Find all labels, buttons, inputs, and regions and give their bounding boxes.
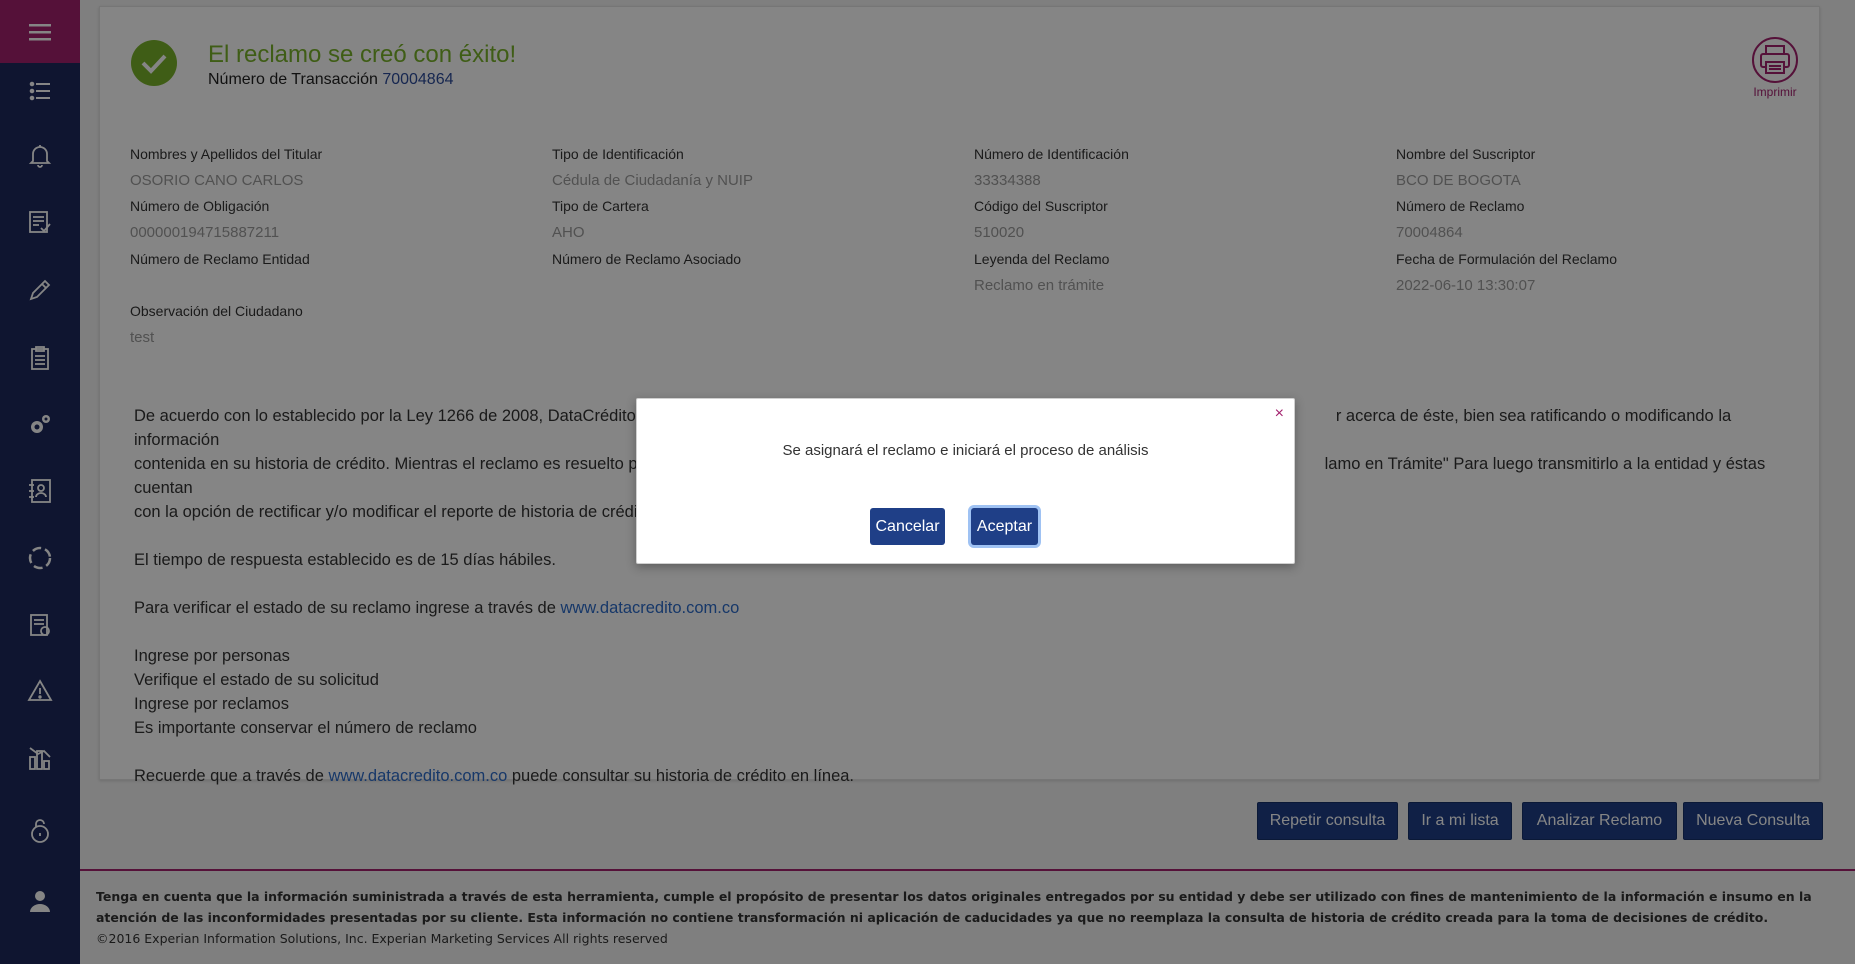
confirm-dialog: × Se asignará el reclamo e iniciará el p… [636, 398, 1295, 564]
accept-button[interactable]: Aceptar [971, 508, 1038, 545]
dialog-message: Se asignará el reclamo e iniciará el pro… [782, 442, 1149, 459]
cancel-button[interactable]: Cancelar [870, 508, 945, 545]
close-icon[interactable]: × [1275, 405, 1284, 423]
